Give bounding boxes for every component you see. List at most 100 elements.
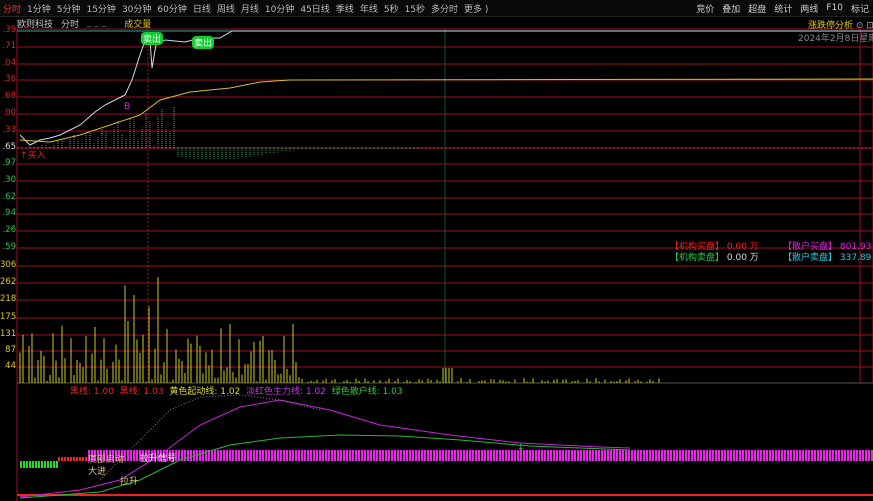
indicator-bar-magenta	[253, 450, 255, 461]
indicator-bar-magenta	[256, 450, 258, 461]
indicator-bar-magenta	[529, 450, 531, 461]
indicator-bar-magenta	[202, 450, 204, 461]
indicator-bar-magenta	[802, 450, 804, 461]
indicator-bar-magenta	[829, 450, 831, 461]
indicator-bar-magenta	[721, 450, 723, 461]
indicator-bar-magenta	[247, 450, 249, 461]
indicator-bar-magenta	[511, 450, 513, 461]
indicator-bar-magenta	[328, 450, 330, 461]
indicator-bar-magenta	[418, 450, 420, 461]
indicator-bar-magenta	[364, 450, 366, 461]
indicator-bar-magenta	[637, 450, 639, 461]
indicator-bar-magenta	[367, 450, 369, 461]
sell-marker-2: 卖出	[192, 36, 215, 49]
indicator-bar-magenta	[853, 450, 855, 461]
indicator-bar-magenta	[526, 450, 528, 461]
indicator-bar-magenta	[289, 450, 291, 461]
indicator-bar-magenta	[244, 450, 246, 461]
indicator-bar-magenta	[625, 450, 627, 461]
indicator-bar-magenta	[658, 450, 660, 461]
indicator-bar-magenta	[316, 450, 318, 461]
indicator-bar-magenta	[706, 450, 708, 461]
indicator-bar-magenta	[502, 450, 504, 461]
indicator-bar-red	[58, 457, 60, 461]
indicator-bar-magenta	[655, 450, 657, 461]
indicator-bar-magenta	[406, 450, 408, 461]
indicator-bar-magenta	[712, 450, 714, 461]
indicator-bar-green	[23, 461, 25, 468]
indicator-bar-magenta	[724, 450, 726, 461]
indicator-bar-magenta	[604, 450, 606, 461]
indicator-bar-magenta	[619, 450, 621, 461]
indicator-bar-magenta	[622, 450, 624, 461]
indicator-bar-magenta	[298, 450, 300, 461]
indicator-bar-magenta	[571, 450, 573, 461]
indicator-bar-magenta	[778, 450, 780, 461]
indicator-bar-magenta	[370, 450, 372, 461]
indicator-bar-magenta	[610, 450, 612, 461]
down-arrow-icon: ↓	[517, 443, 525, 453]
indicator-bar-magenta	[697, 450, 699, 461]
indicator-bar-magenta	[634, 450, 636, 461]
indicator-bar-magenta	[214, 450, 216, 461]
indicator-bar-magenta	[850, 450, 852, 461]
indicator-bar-magenta	[823, 450, 825, 461]
indicator-bar-magenta	[646, 450, 648, 461]
indicator-bar-magenta	[580, 450, 582, 461]
indicator-bar-red	[61, 457, 63, 461]
indicator-bar-magenta	[262, 450, 264, 461]
date-label: 2024年2月8日星期四	[798, 34, 873, 44]
indicator-bar-red	[73, 457, 75, 461]
volume-axis-label: 131	[0, 329, 17, 339]
indicator-bar-magenta	[535, 450, 537, 461]
retail-line	[19, 434, 631, 499]
indicator-bar-magenta	[472, 450, 474, 461]
price-axis-label: .26	[2, 225, 16, 235]
price-axis-label: .00	[2, 108, 16, 118]
mode-label[interactable]: 分时	[61, 17, 79, 30]
indicator-bar-magenta	[505, 450, 507, 461]
indicator-bar-magenta	[631, 450, 633, 461]
indicator-bar-magenta	[598, 450, 600, 461]
price-axis-label: .62	[2, 192, 16, 202]
indicator-bar-magenta	[730, 450, 732, 461]
indicator-bar-magenta	[271, 450, 273, 461]
indicator-bar-magenta	[790, 450, 792, 461]
price-axis-label: .04	[2, 58, 16, 68]
indicator-bar-magenta	[136, 450, 138, 461]
indicator-bar-magenta	[739, 450, 741, 461]
indicator-bar-magenta	[304, 450, 306, 461]
indicator-bar-magenta	[190, 450, 192, 461]
indicator-bar-magenta	[628, 450, 630, 461]
indicator-bar-green	[56, 461, 58, 468]
indicator-bar-red	[67, 457, 69, 461]
indicator-legend: 黑线: 1.00 黑线: 1.03 黄色起动线: 1.02 淡红色主力线: 1.…	[70, 387, 403, 397]
indicator-bar-magenta	[322, 450, 324, 461]
limit-analysis-button[interactable]: 涨跌停分析 ⊙ ⊡	[808, 18, 873, 31]
indicator-bar-magenta	[421, 450, 423, 461]
price-axis-label: .97	[2, 158, 16, 168]
indicator-bar-magenta	[745, 450, 747, 461]
indicator-bar-green	[47, 461, 49, 468]
indicator-bar-magenta	[460, 450, 462, 461]
indicator-bar-magenta	[550, 450, 552, 461]
indicator-bar-magenta	[556, 450, 558, 461]
indicator-bar-green	[35, 461, 37, 468]
indicator-bar-magenta	[754, 450, 756, 461]
indicator-bar-magenta	[862, 450, 864, 461]
indicator-bar-magenta	[691, 450, 693, 461]
indicator-bar-magenta	[568, 450, 570, 461]
indicator-bar-magenta	[229, 450, 231, 461]
indicator-bar-magenta	[211, 450, 213, 461]
indicator-bar-magenta	[682, 450, 684, 461]
indicator-bar-magenta	[772, 450, 774, 461]
indicator-bar-magenta	[475, 450, 477, 461]
indicator-bar-magenta	[817, 450, 819, 461]
indicator-bar-magenta	[868, 450, 870, 461]
indicator-bar-green	[53, 461, 55, 468]
indicator-bar-green	[50, 461, 52, 468]
indicator-bar-magenta	[178, 450, 180, 461]
indicator-bar-magenta	[808, 450, 810, 461]
indicator-bar-magenta	[235, 450, 237, 461]
indicator-bar-magenta	[451, 450, 453, 461]
